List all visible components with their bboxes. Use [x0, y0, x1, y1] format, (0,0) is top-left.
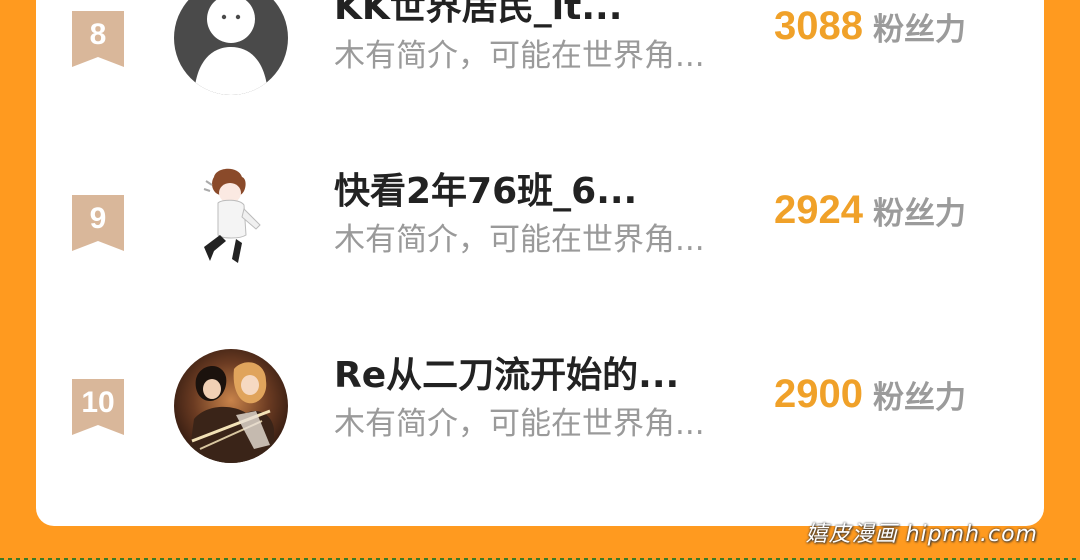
user-bio: 木有简介，可能在世界角... [334, 406, 705, 442]
user-name[interactable]: Re从二刀流开始的... [334, 354, 679, 398]
rank-badge: 9 [72, 195, 124, 251]
default-silhouette-avatar-icon [174, 0, 288, 95]
fan-power-label: 粉丝力 [872, 12, 966, 48]
fan-power-value: 3088 [774, 4, 863, 48]
rank-number: 8 [89, 18, 107, 51]
avatar[interactable] [174, 349, 288, 463]
anime-swordsmen-avatar-icon [174, 349, 288, 463]
fan-power-value: 2900 [774, 372, 863, 416]
rank-badge: 10 [72, 379, 124, 435]
user-bio: 木有简介，可能在世界角... [334, 38, 705, 74]
ranking-row[interactable]: 9 快看2年76班_6... 木有简介，可能在世界角... 2924 粉丝力 [36, 142, 1044, 292]
ranking-row[interactable]: 8 KK世界居民_lt... 木有简介，可能在世界角... 3088 粉丝力 [36, 0, 1044, 108]
fan-power: 2924 粉丝力 [774, 188, 966, 233]
sketch-character-avatar-icon [174, 165, 288, 279]
fan-power-label: 粉丝力 [872, 380, 966, 416]
fan-power: 3088 粉丝力 [774, 4, 966, 49]
rank-badge: 8 [72, 11, 124, 67]
avatar[interactable] [174, 0, 288, 95]
user-bio: 木有简介，可能在世界角... [334, 222, 705, 258]
avatar[interactable] [174, 165, 288, 279]
user-name[interactable]: KK世界居民_lt... [334, 0, 622, 30]
fan-power: 2900 粉丝力 [774, 372, 966, 417]
rank-number: 10 [81, 386, 115, 419]
fan-power-label: 粉丝力 [872, 196, 966, 232]
user-name[interactable]: 快看2年76班_6... [334, 170, 637, 214]
ranking-row[interactable]: 10 Re从二刀流开始的... 木有简介，可能在世界角... 2900 粉丝力 [36, 326, 1044, 476]
fan-power-value: 2924 [774, 188, 863, 232]
fan-ranking-card: 8 KK世界居民_lt... 木有简介，可能在世界角... 3088粉丝力 9 [36, 0, 1044, 526]
site-watermark: 嬉皮漫画 hipmh.com [805, 522, 1038, 547]
rank-number: 9 [89, 202, 107, 235]
